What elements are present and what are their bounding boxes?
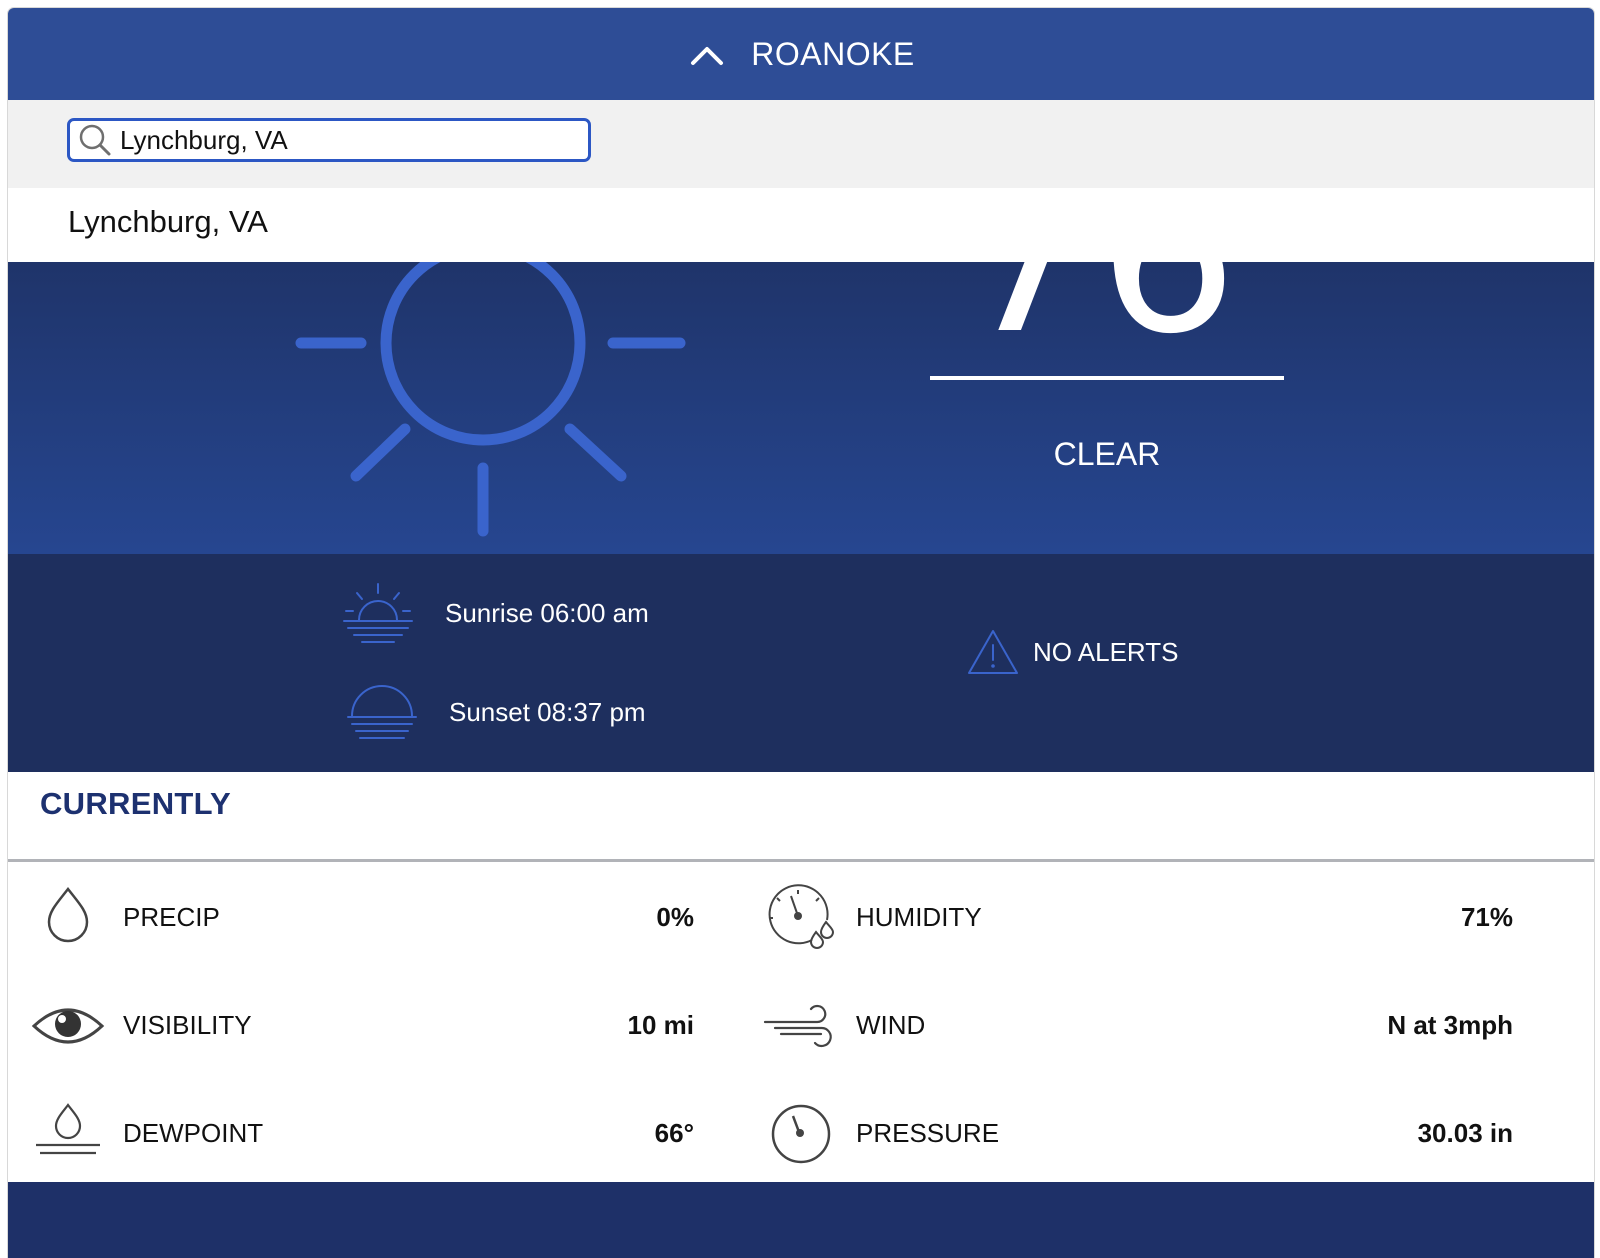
location-row: Lynchburg, VA xyxy=(8,188,1594,264)
metric-pressure: PRESSURE 30.03 in xyxy=(761,1094,1513,1174)
astro-panel: Sunrise 06:00 am Sunset 08:37 pm NO ALER… xyxy=(8,554,1594,772)
temperature-divider xyxy=(930,376,1284,380)
metric-label: PRECIP xyxy=(123,902,220,932)
metric-value: 10 mi xyxy=(627,1010,695,1040)
chevron-up-icon[interactable] xyxy=(687,36,727,76)
search-input[interactable] xyxy=(120,124,580,156)
metric-value: 66° xyxy=(654,1118,694,1148)
footer-band xyxy=(8,1182,1594,1258)
search-bar xyxy=(8,100,1594,188)
header-title: ROANOKE xyxy=(751,35,915,72)
metric-value: N at 3mph xyxy=(1387,1010,1513,1040)
pressure-gauge-icon xyxy=(771,1104,831,1164)
alerts-row[interactable]: NO ALERTS xyxy=(966,628,1178,676)
droplet-icon xyxy=(47,886,89,943)
alerts-text: NO ALERTS xyxy=(1033,636,1179,667)
sunrise-text: Sunrise 06:00 am xyxy=(445,597,649,628)
sunrise-row: Sunrise 06:00 am xyxy=(340,580,649,646)
humidity-gauge-icon xyxy=(768,884,835,949)
weather-widget: ROANOKE Lynchburg, VA 76 CLEAR xyxy=(8,8,1594,1258)
conditions-panel: 76 CLEAR xyxy=(8,262,1594,554)
location-header[interactable]: ROANOKE xyxy=(8,8,1594,100)
temperature-value: 76 xyxy=(908,262,1288,364)
metric-humidity: HUMIDITY 71% xyxy=(761,878,1513,958)
sunset-text: Sunset 08:37 pm xyxy=(449,696,646,727)
condition-summary: CLEAR xyxy=(1053,436,1161,472)
warning-icon xyxy=(968,630,1018,674)
currently-section-header: CURRENTLY xyxy=(8,772,1594,862)
sun-icon xyxy=(295,262,686,537)
search-box[interactable] xyxy=(67,118,591,162)
dewpoint-icon xyxy=(36,1103,100,1155)
metric-label: PRESSURE xyxy=(856,1118,1000,1148)
sunset-icon xyxy=(347,685,417,739)
currently-heading: CURRENTLY xyxy=(40,786,232,821)
metric-value: 0% xyxy=(656,902,694,932)
metric-value: 30.03 in xyxy=(1417,1118,1513,1148)
current-metrics: PRECIP 0% HUMIDITY 71% VISIBILITY 10 mi … xyxy=(8,862,1594,1182)
sunrise-icon xyxy=(343,583,413,643)
metric-visibility: VISIBILITY 10 mi xyxy=(28,986,694,1066)
metric-label: HUMIDITY xyxy=(856,902,982,932)
eye-icon xyxy=(31,1008,105,1044)
search-icon xyxy=(79,124,111,156)
metric-label: DEWPOINT xyxy=(123,1118,264,1148)
location-name: Lynchburg, VA xyxy=(68,204,268,239)
metric-precip: PRECIP 0% xyxy=(28,878,694,958)
metric-dewpoint: DEWPOINT 66° xyxy=(28,1094,694,1174)
wind-icon xyxy=(763,1004,832,1048)
metric-label: WIND xyxy=(856,1010,926,1040)
metric-value: 71% xyxy=(1460,902,1513,932)
sunset-row: Sunset 08:37 pm xyxy=(344,682,646,742)
metric-wind: WIND N at 3mph xyxy=(761,986,1513,1066)
metric-label: VISIBILITY xyxy=(123,1010,252,1040)
